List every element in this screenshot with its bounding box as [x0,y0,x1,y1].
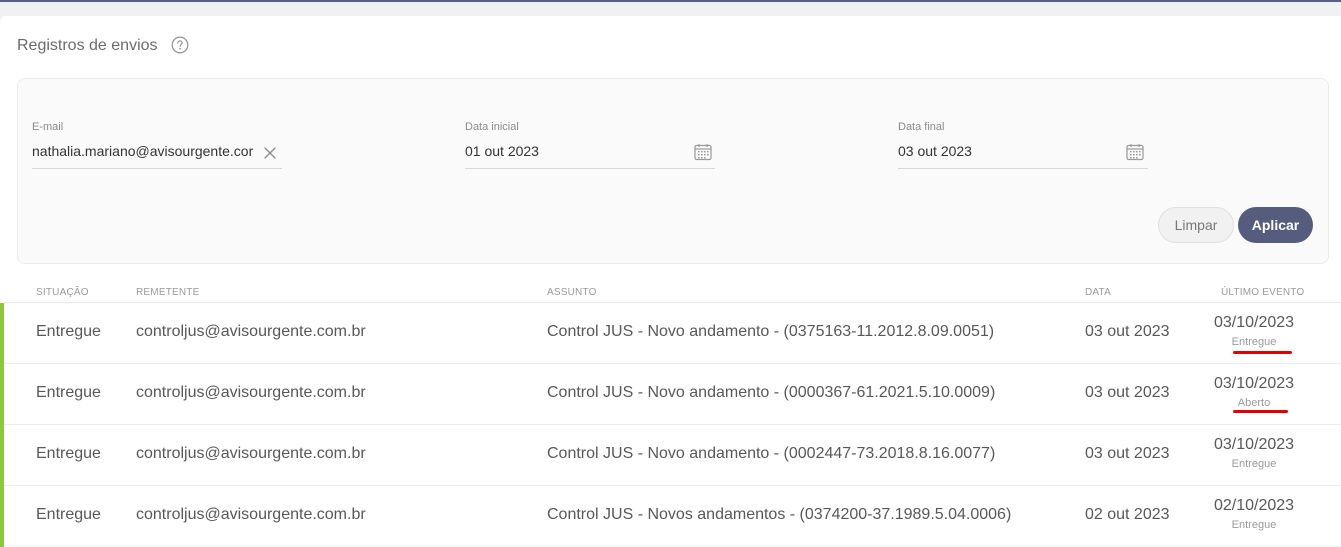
email-underline [32,168,282,169]
row-sender: controljus@avisourgente.com.br [136,445,366,462]
row-event-date: 03/10/2023 [1213,436,1295,453]
column-header-status: SITUAÇÃO [36,287,89,298]
start-date-label: Data inicial [465,121,519,133]
email-label: E-mail [32,121,64,133]
row-event-status: Entregue [1231,519,1277,531]
row-subject: Control JUS - Novo andamento - (0002447-… [547,445,996,462]
end-date-label: Data final [898,121,945,133]
question-circle-icon[interactable] [171,36,189,54]
table-row[interactable]: Entregue controljus@avisourgente.com.br … [0,486,1341,547]
close-icon[interactable] [263,146,277,160]
page-title: Registros de envios [17,37,158,54]
row-sender: controljus@avisourgente.com.br [136,506,366,523]
row-date: 03 out 2023 [1085,323,1170,340]
row-sender: controljus@avisourgente.com.br [136,323,366,340]
column-header-date: DATA [1085,287,1111,298]
row-status: Entregue [36,323,101,340]
annotation-underline [1233,351,1292,354]
row-status: Entregue [36,445,101,462]
calendar-icon[interactable] [693,142,713,162]
row-event-date: 03/10/2023 [1213,375,1295,392]
status-indicator [0,486,4,547]
row-subject: Control JUS - Novo andamento - (0000367-… [547,384,996,401]
start-date-underline [465,168,715,169]
row-status: Entregue [36,506,101,523]
table-row[interactable]: Entregue controljus@avisourgente.com.br … [0,364,1341,425]
status-indicator [0,425,4,486]
status-indicator [0,303,4,364]
status-indicator [0,364,4,425]
end-date-field[interactable]: Data final 03 out 2023 [898,121,1148,169]
row-event-status: Entregue [1231,336,1277,348]
row-event-date: 02/10/2023 [1213,497,1295,514]
end-date-underline [898,168,1148,169]
top-border [0,0,1341,2]
table-row[interactable]: Entregue controljus@avisourgente.com.br … [0,425,1341,486]
row-subject: Control JUS - Novo andamento - (0375163-… [547,323,995,340]
annotation-underline [1233,410,1288,413]
row-date: 03 out 2023 [1085,445,1170,462]
row-subject: Control JUS - Novos andamentos - (037420… [547,506,1012,523]
row-date: 03 out 2023 [1085,384,1170,401]
end-date-input[interactable]: 03 out 2023 [898,143,972,159]
apply-button[interactable]: Aplicar [1238,207,1313,243]
row-event-status: Aberto [1237,397,1271,409]
column-header-sender: REMETENTE [136,287,200,298]
row-event-status: Entregue [1231,458,1277,470]
clear-button[interactable]: Limpar [1158,207,1234,243]
start-date-input[interactable]: 01 out 2023 [465,143,539,159]
column-header-last-event: ÚLTIMO EVENTO [1221,287,1305,298]
calendar-icon[interactable] [1125,142,1145,162]
row-date: 02 out 2023 [1085,506,1170,523]
filter-panel [17,78,1329,264]
email-field[interactable]: E-mail nathalia.mariano@avisourgente.cor [32,121,282,169]
table-row[interactable]: Entregue controljus@avisourgente.com.br … [0,303,1341,364]
row-sender: controljus@avisourgente.com.br [136,384,366,401]
row-status: Entregue [36,384,101,401]
start-date-field[interactable]: Data inicial 01 out 2023 [465,121,715,169]
column-header-subject: ASSUNTO [547,287,597,298]
email-input[interactable]: nathalia.mariano@avisourgente.cor [32,143,257,159]
row-event-date: 03/10/2023 [1213,314,1295,331]
